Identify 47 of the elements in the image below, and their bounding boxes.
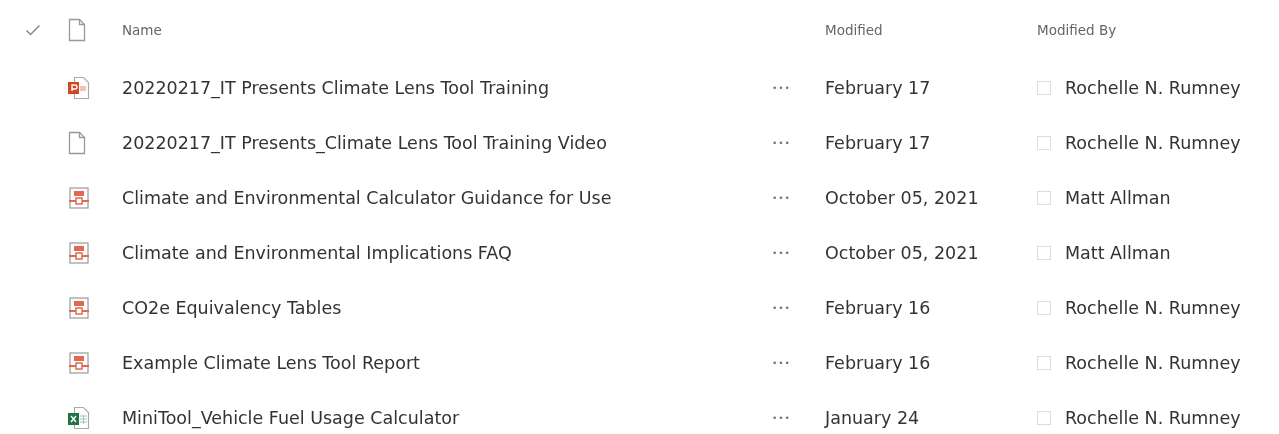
modified-by-name: Rochelle N. Rumney: [1065, 132, 1241, 153]
column-header[interactable]: Modified By: [1037, 22, 1117, 38]
column-header[interactable]: Modified: [825, 22, 883, 38]
user-placeholder-icon: [1037, 245, 1051, 260]
modified-date: February 16: [825, 297, 931, 318]
more-options-button[interactable]: •••: [772, 357, 791, 368]
checkmark-icon[interactable]: [25, 24, 41, 36]
file-type-icon: [68, 18, 86, 42]
more-options-button[interactable]: •••: [772, 412, 791, 423]
modified-by-name: Rochelle N. Rumney: [1065, 77, 1241, 98]
pdf-file-icon: [68, 296, 90, 319]
modified-date: January 24: [825, 407, 920, 428]
file-name-link[interactable]: Climate and Environmental Implications FAQ: [122, 242, 512, 263]
column-header[interactable]: Name: [122, 22, 162, 38]
file-name-link[interactable]: 20220217_IT Presents Climate Lens Tool Training: [122, 77, 550, 98]
more-options-button[interactable]: •••: [772, 302, 791, 313]
modified-by-name: Rochelle N. Rumney: [1065, 297, 1241, 318]
file-name-link[interactable]: Climate and Environmental Calculator Guidance for Use: [122, 187, 612, 208]
modified-date: February 17: [825, 77, 931, 98]
file-name-link[interactable]: 20220217_IT Presents_Climate Lens Tool Training Video: [122, 132, 607, 153]
user-placeholder-icon: [1037, 135, 1051, 150]
modified-date: February 17: [825, 132, 931, 153]
user-placeholder-icon: [1037, 80, 1051, 95]
modified-date: October 05, 2021: [825, 242, 979, 263]
pdf-file-icon: [68, 186, 90, 209]
file-name-link[interactable]: CO2e Equivalency Tables: [122, 297, 342, 318]
modified-date: October 05, 2021: [825, 187, 979, 208]
modified-date: February 16: [825, 352, 931, 373]
file-name-link[interactable]: Example Climate Lens Tool Report: [122, 352, 420, 373]
presentation-file-icon: [68, 75, 90, 100]
user-placeholder-icon: [1037, 300, 1051, 315]
more-options-button[interactable]: •••: [772, 192, 791, 203]
user-placeholder-icon: [1037, 410, 1051, 425]
more-options-button[interactable]: •••: [772, 82, 791, 93]
file-name-link[interactable]: MiniTool_Vehicle Fuel Usage Calculator: [122, 407, 460, 428]
modified-by-name: Matt Allman: [1065, 187, 1171, 208]
modified-by-name: Rochelle N. Rumney: [1065, 352, 1241, 373]
document-icon: [68, 130, 86, 155]
modified-by-name: Rochelle N. Rumney: [1065, 407, 1241, 428]
more-options-button[interactable]: •••: [772, 247, 791, 258]
user-placeholder-icon: [1037, 355, 1051, 370]
spreadsheet-file-icon: [68, 405, 90, 430]
more-options-button[interactable]: •••: [772, 137, 791, 148]
user-placeholder-icon: [1037, 190, 1051, 205]
modified-by-name: Matt Allman: [1065, 242, 1171, 263]
pdf-file-icon: [68, 351, 90, 374]
pdf-file-icon: [68, 241, 90, 264]
